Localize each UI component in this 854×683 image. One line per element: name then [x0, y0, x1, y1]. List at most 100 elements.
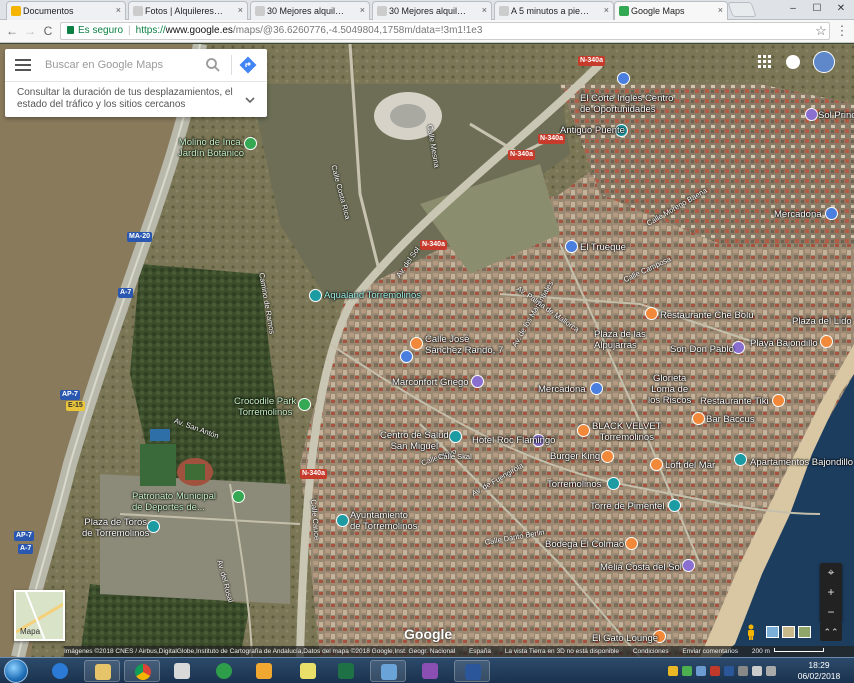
restaurant-pin-icon[interactable] [645, 307, 658, 320]
place-label[interactable]: Mercadona [774, 209, 822, 220]
place-label[interactable]: Crocodile Park Torremolinos [234, 396, 296, 418]
attraction-pin-icon[interactable] [309, 289, 322, 302]
hotel-pin-icon[interactable] [682, 559, 695, 572]
new-tab-button[interactable] [727, 2, 757, 17]
park-pin-icon[interactable] [244, 137, 257, 150]
taskbar-excel[interactable] [328, 660, 364, 682]
place-label[interactable]: Bodega El Colmao [545, 539, 624, 550]
notifications-icon[interactable] [786, 55, 800, 69]
imagery-thumbnail[interactable] [766, 626, 779, 638]
place-label[interactable]: Ayuntamiento de Torremolinos [350, 510, 417, 532]
search-input[interactable] [45, 55, 195, 75]
tray-icon[interactable] [724, 666, 734, 676]
park-pin-icon[interactable] [298, 398, 311, 411]
place-label[interactable]: Aqualand Torremolinos [324, 290, 421, 301]
place-label[interactable]: Bar Baccus [706, 414, 755, 425]
place-label[interactable]: Burger King [550, 451, 600, 462]
supermarket-pin-icon[interactable] [590, 382, 603, 395]
apps-grid-icon[interactable] [758, 55, 772, 69]
imagery-thumbnails[interactable] [766, 626, 814, 640]
restaurant-pin-icon[interactable] [601, 450, 614, 463]
address-bar[interactable]: Es seguro | https://www.google.es/maps/@36… [60, 22, 830, 40]
place-label[interactable]: Meliá Costa del Sol [600, 562, 682, 573]
landmark-pin-icon[interactable] [668, 499, 681, 512]
nightlife-pin-icon[interactable] [577, 424, 590, 437]
hotel-pin-icon[interactable] [805, 108, 818, 121]
clock[interactable]: 18:29 06/02/2018 [792, 660, 846, 682]
place-label[interactable]: Centro de Salud San Miguel [380, 430, 449, 452]
place-label[interactable]: Restaurante Tiki [700, 396, 769, 407]
place-label[interactable]: Calle José Sánchez Rando, 7 [425, 334, 503, 356]
location-pin-icon[interactable] [410, 337, 423, 350]
search-icon[interactable] [205, 57, 221, 73]
place-label[interactable]: Torre de Pimentel [590, 501, 664, 512]
taskbar-outlook[interactable] [164, 660, 200, 682]
place-label[interactable]: Glorieta Loma de los Riscos [648, 373, 691, 406]
tilt-toggle-button[interactable]: ⌃⌃ [820, 623, 842, 641]
hospital-pin-icon[interactable] [449, 430, 462, 443]
feedback-link[interactable]: Enviar comentarios [682, 648, 738, 655]
place-label[interactable]: Son Don Pablo [670, 344, 734, 355]
tab-cinco-minutos[interactable]: A 5 minutos a pie del × [494, 1, 614, 20]
close-icon[interactable]: × [360, 5, 365, 15]
tab-google-maps[interactable]: Google Maps × [614, 1, 728, 20]
home-pin-icon[interactable] [400, 350, 413, 363]
place-label[interactable]: BLACK VELVET Torremolinos [592, 421, 662, 443]
close-icon[interactable]: × [116, 5, 121, 15]
place-label[interactable]: Playa Bajondillo [750, 338, 818, 349]
hotel-pin-icon[interactable] [471, 375, 484, 388]
place-label[interactable]: Hotel Roc Flamingo [472, 435, 555, 446]
imagery-thumbnail[interactable] [782, 626, 795, 638]
zoom-in-button[interactable]: + [820, 583, 842, 601]
maximize-button[interactable]: ☐ [806, 0, 828, 18]
country-link[interactable]: España [469, 648, 491, 655]
volume-icon[interactable] [766, 666, 776, 676]
place-label[interactable]: Plaza de las Alpujarras [594, 329, 646, 351]
restaurant-pin-icon[interactable] [772, 394, 785, 407]
supermarket-pin-icon[interactable] [825, 207, 838, 220]
close-icon[interactable]: × [718, 5, 723, 15]
tab-mejores-alquiler-2[interactable]: 30 Mejores alquiler ap × [372, 1, 492, 20]
taskbar-chrome[interactable] [124, 660, 160, 682]
place-label[interactable]: Marconfort Griego [392, 377, 469, 388]
taskbar-internet-explorer[interactable] [42, 660, 78, 682]
terms-link[interactable]: Condiciones [633, 648, 669, 655]
forward-button[interactable]: → [22, 23, 38, 39]
place-label[interactable]: Plaza del Lido [792, 316, 852, 327]
taskbar-photo-viewer[interactable] [370, 660, 406, 682]
map-view-toggle[interactable]: Mapa [14, 590, 65, 641]
taskbar-maps-app[interactable] [206, 660, 242, 682]
tab-mejores-alquiler-1[interactable]: 30 Mejores alquiler ap × [250, 1, 370, 20]
taskbar-pdf[interactable] [290, 660, 326, 682]
tray-icon[interactable] [668, 666, 678, 676]
beach-pin-icon[interactable] [820, 335, 833, 348]
compass-icon[interactable]: ⌖ [820, 563, 842, 581]
tray-icon[interactable] [696, 666, 706, 676]
place-label[interactable]: Restaurante Che Bolu [660, 310, 753, 321]
taskbar-word[interactable] [454, 660, 490, 682]
start-button[interactable] [4, 659, 28, 683]
place-label[interactable]: El Trueque [580, 242, 626, 253]
apartment-pin-icon[interactable] [734, 453, 747, 466]
close-window-button[interactable]: ✕ [830, 0, 852, 18]
back-button[interactable]: ← [4, 23, 20, 39]
place-label[interactable]: El Corte Inglés Centro de Oportunidades [580, 93, 673, 115]
place-label[interactable]: El Gato Lounge [592, 633, 658, 644]
reload-button[interactable]: C [40, 23, 56, 39]
satellite-map[interactable]: MA-20 A-7 AP-7 N-340a N-340a N-340a N-34… [0, 44, 854, 657]
place-label[interactable]: Patronato Municipal de Deportes de... [132, 491, 216, 513]
tray-icon[interactable] [710, 666, 720, 676]
network-icon[interactable] [738, 666, 748, 676]
close-icon[interactable]: × [482, 5, 487, 15]
taskbar-onenote[interactable] [412, 660, 448, 682]
place-label[interactable]: Molino de Inca, Jardín Botánico [178, 137, 244, 159]
commute-prompt[interactable]: Consultar la duración de tus desplazamie… [17, 87, 239, 111]
tab-documentos[interactable]: Documentos × [6, 1, 126, 20]
place-label[interactable]: Loft del Mar [665, 460, 715, 471]
minimize-button[interactable]: – [782, 0, 804, 18]
taskbar-windows-explorer[interactable] [84, 660, 120, 682]
close-icon[interactable]: × [604, 5, 609, 15]
bookmark-star-icon[interactable]: ☆ [813, 23, 829, 39]
taskbar-jpg-viewer[interactable] [246, 660, 282, 682]
directions-icon[interactable] [239, 56, 257, 74]
